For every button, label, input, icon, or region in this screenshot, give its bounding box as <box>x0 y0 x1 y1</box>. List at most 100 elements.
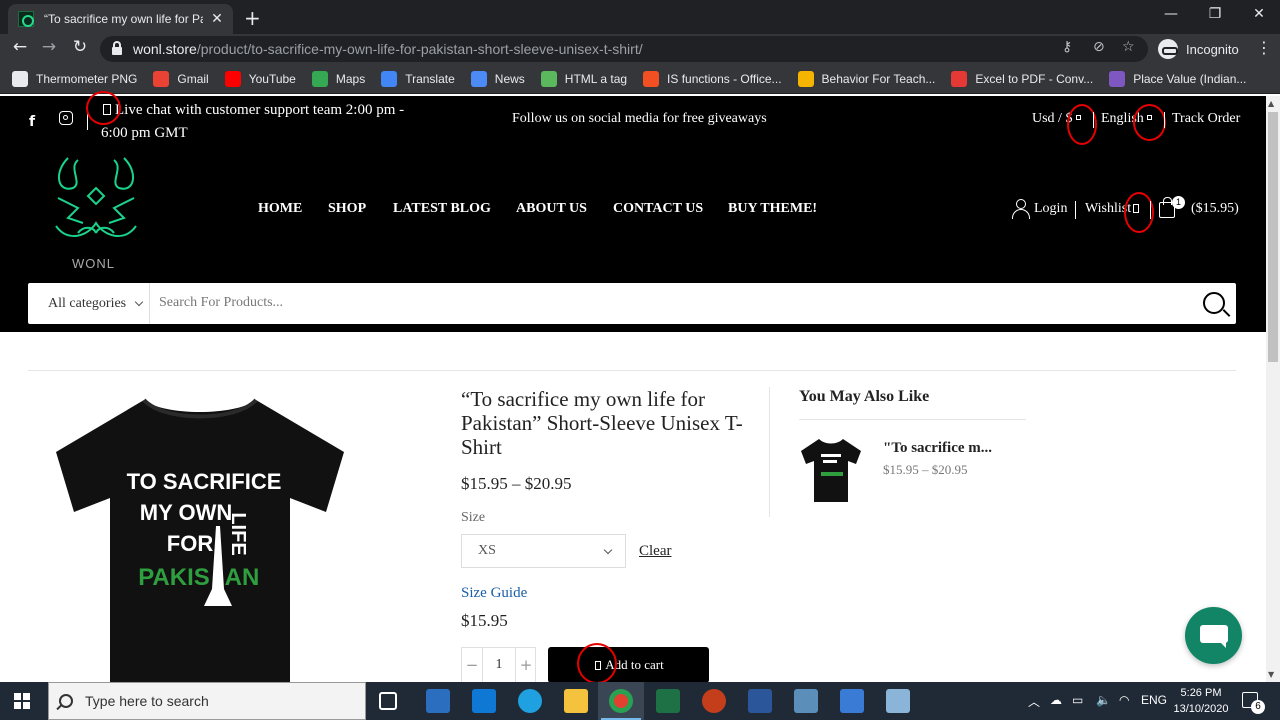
live-chat-button[interactable] <box>1185 607 1242 664</box>
scrollbar-thumb[interactable] <box>1268 112 1278 362</box>
scroll-down-arrow-icon[interactable]: ▼ <box>1268 670 1274 679</box>
language-switcher[interactable]: English <box>1101 111 1153 127</box>
eye-slash-icon[interactable]: ⊘ <box>1093 39 1105 55</box>
wifi-icon[interactable]: ◠ <box>1119 693 1129 707</box>
bookmarks-bar: Thermometer PNG Gmail YouTube Maps Translate… <box>0 64 1280 94</box>
new-tab-plus-icon[interactable]: + <box>244 6 261 30</box>
bookmark-item[interactable]: News <box>470 70 525 87</box>
tab-title: “To sacrifice my own life for Pakis <box>44 12 203 26</box>
wishlist-link[interactable]: Wishlist <box>1085 201 1143 217</box>
url-text: wonl.store/product/to-sacrifice-my-own-l… <box>133 41 643 57</box>
facebook-icon[interactable]: f <box>29 114 35 130</box>
bookmark-item[interactable]: Thermometer PNG <box>12 70 137 87</box>
clear-selection-link[interactable]: Clear <box>639 543 671 560</box>
nav-latest-blog[interactable]: LATEST BLOG <box>393 201 491 217</box>
forward-arrow-icon[interactable]: → <box>37 37 61 57</box>
close-tab-icon[interactable]: ✕ <box>209 11 225 27</box>
size-label: Size <box>461 510 486 525</box>
bookmark-label: IS functions - Office... <box>667 71 782 86</box>
nav-buy-theme[interactable]: BUY THEME! <box>728 201 817 217</box>
excel-icon[interactable] <box>656 689 680 713</box>
bookmark-label: Maps <box>335 71 366 86</box>
edge-icon[interactable] <box>518 689 542 713</box>
close-window-icon[interactable]: ✕ <box>1249 6 1269 22</box>
related-heading: You May Also Like <box>799 388 930 405</box>
word-icon[interactable] <box>748 689 772 713</box>
input-language[interactable]: ENG <box>1141 693 1167 707</box>
nav-about-us[interactable]: ABOUT US <box>516 201 587 217</box>
windows-start-icon[interactable] <box>14 693 30 709</box>
bookmark-item[interactable]: Excel to PDF - Conv... <box>951 70 1094 87</box>
minimize-window-icon[interactable]: — <box>1161 6 1181 22</box>
instagram-icon[interactable] <box>59 111 73 125</box>
bookmark-favicon-icon <box>540 70 557 87</box>
bookmark-item[interactable]: IS functions - Office... <box>643 70 782 87</box>
notepad-icon[interactable] <box>886 689 910 713</box>
scroll-up-arrow-icon[interactable]: ▲ <box>1268 99 1274 108</box>
back-arrow-icon[interactable]: ← <box>8 37 32 57</box>
bookmark-label: News <box>494 71 525 86</box>
category-select[interactable]: All categories <box>28 283 150 324</box>
nav-contact-us[interactable]: CONTACT US <box>613 201 703 217</box>
bookmark-label: Excel to PDF - Conv... <box>975 71 1094 86</box>
clock-date: 13/10/2020 <box>1173 703 1229 715</box>
battery-icon[interactable]: ▭ <box>1072 693 1083 707</box>
browser-tab-active[interactable]: “To sacrifice my own life for Pakis ✕ <box>8 4 233 34</box>
browser-menu-icon[interactable]: ⋮ <box>1256 38 1272 57</box>
size-guide-link[interactable]: Size Guide <box>461 585 527 602</box>
show-hidden-icons-chevron-icon[interactable]: ︿ <box>1028 693 1040 710</box>
chrome-icon[interactable] <box>609 689 633 713</box>
missing-glyph-icon <box>1133 204 1140 213</box>
bookmark-item[interactable]: Maps <box>311 70 366 87</box>
microsoft-store-icon[interactable] <box>426 689 450 713</box>
cart-count-badge: 1 <box>1172 196 1185 209</box>
bookmark-favicon-icon <box>224 70 241 87</box>
bookmark-star-icon[interactable]: ☆ <box>1122 39 1135 55</box>
quantity-input[interactable]: 1 <box>490 657 508 673</box>
key-icon[interactable]: ⚷ <box>1062 39 1072 55</box>
maximize-window-icon[interactable]: ❐ <box>1205 6 1225 22</box>
address-bar[interactable]: wonl.store/product/to-sacrifice-my-own-l… <box>100 36 1148 62</box>
login-link[interactable]: Login <box>1034 201 1067 217</box>
search-input[interactable] <box>159 291 1159 315</box>
reload-icon[interactable]: ↻ <box>68 37 92 57</box>
related-product-image[interactable] <box>799 436 863 504</box>
nav-home[interactable]: HOME <box>258 201 302 217</box>
bookmark-item[interactable]: Gmail <box>153 70 209 87</box>
paint-icon[interactable] <box>794 689 818 713</box>
related-product-title[interactable]: "To sacrifice m... <box>883 440 992 457</box>
add-to-cart-button[interactable]: Add to cart <box>548 647 709 683</box>
taskbar-search-box[interactable]: Type here to search <box>48 682 366 720</box>
quantity-increase-button[interactable]: + <box>517 656 535 674</box>
remote-desktop-icon[interactable] <box>840 689 864 713</box>
search-icon[interactable] <box>1203 292 1225 314</box>
nav-shop[interactable]: SHOP <box>328 201 366 217</box>
incognito-profile-button[interactable]: Incognito <box>1152 36 1242 62</box>
missing-glyph-icon <box>595 660 602 670</box>
shirt-print-life: LIFE <box>227 512 249 555</box>
size-select[interactable]: XS <box>461 534 626 568</box>
header-divider <box>1150 201 1151 219</box>
task-view-icon[interactable] <box>379 692 397 710</box>
cart-total[interactable]: ($15.95) <box>1191 201 1239 217</box>
file-explorer-icon[interactable] <box>564 689 588 713</box>
powerpoint-icon[interactable] <box>702 689 726 713</box>
currency-switcher[interactable]: Usd / $ <box>1032 111 1081 127</box>
user-icon[interactable] <box>1011 199 1031 219</box>
bookmark-item[interactable]: Behavior For Teach... <box>797 70 935 87</box>
quantity-decrease-button[interactable]: − <box>463 656 481 674</box>
live-chat-text: Live chat with customer support team 2:0… <box>101 102 405 141</box>
bookmark-item[interactable]: Translate <box>381 70 455 87</box>
volume-icon[interactable]: 🔈 <box>1096 693 1111 707</box>
bookmark-item[interactable]: Place Value (Indian... <box>1109 70 1246 87</box>
bookmark-item[interactable]: HTML a tag <box>540 70 627 87</box>
product-image-tshirt[interactable]: TO SACRIFICE MY OWN LIFE FOR PAKIS AN <box>44 394 356 684</box>
bookmark-item[interactable]: YouTube <box>224 70 296 87</box>
top-bar-divider <box>87 106 88 130</box>
quantity-stepper: − 1 + <box>461 647 536 683</box>
taskbar-clock[interactable]: 5:26 PM 13/10/2020 <box>1171 685 1231 717</box>
shirt-print-line1: TO SACRIFICE <box>127 469 282 494</box>
mail-icon[interactable] <box>472 689 496 713</box>
track-order-link[interactable]: Track Order <box>1172 111 1240 127</box>
onedrive-icon[interactable]: ☁ <box>1050 693 1062 707</box>
